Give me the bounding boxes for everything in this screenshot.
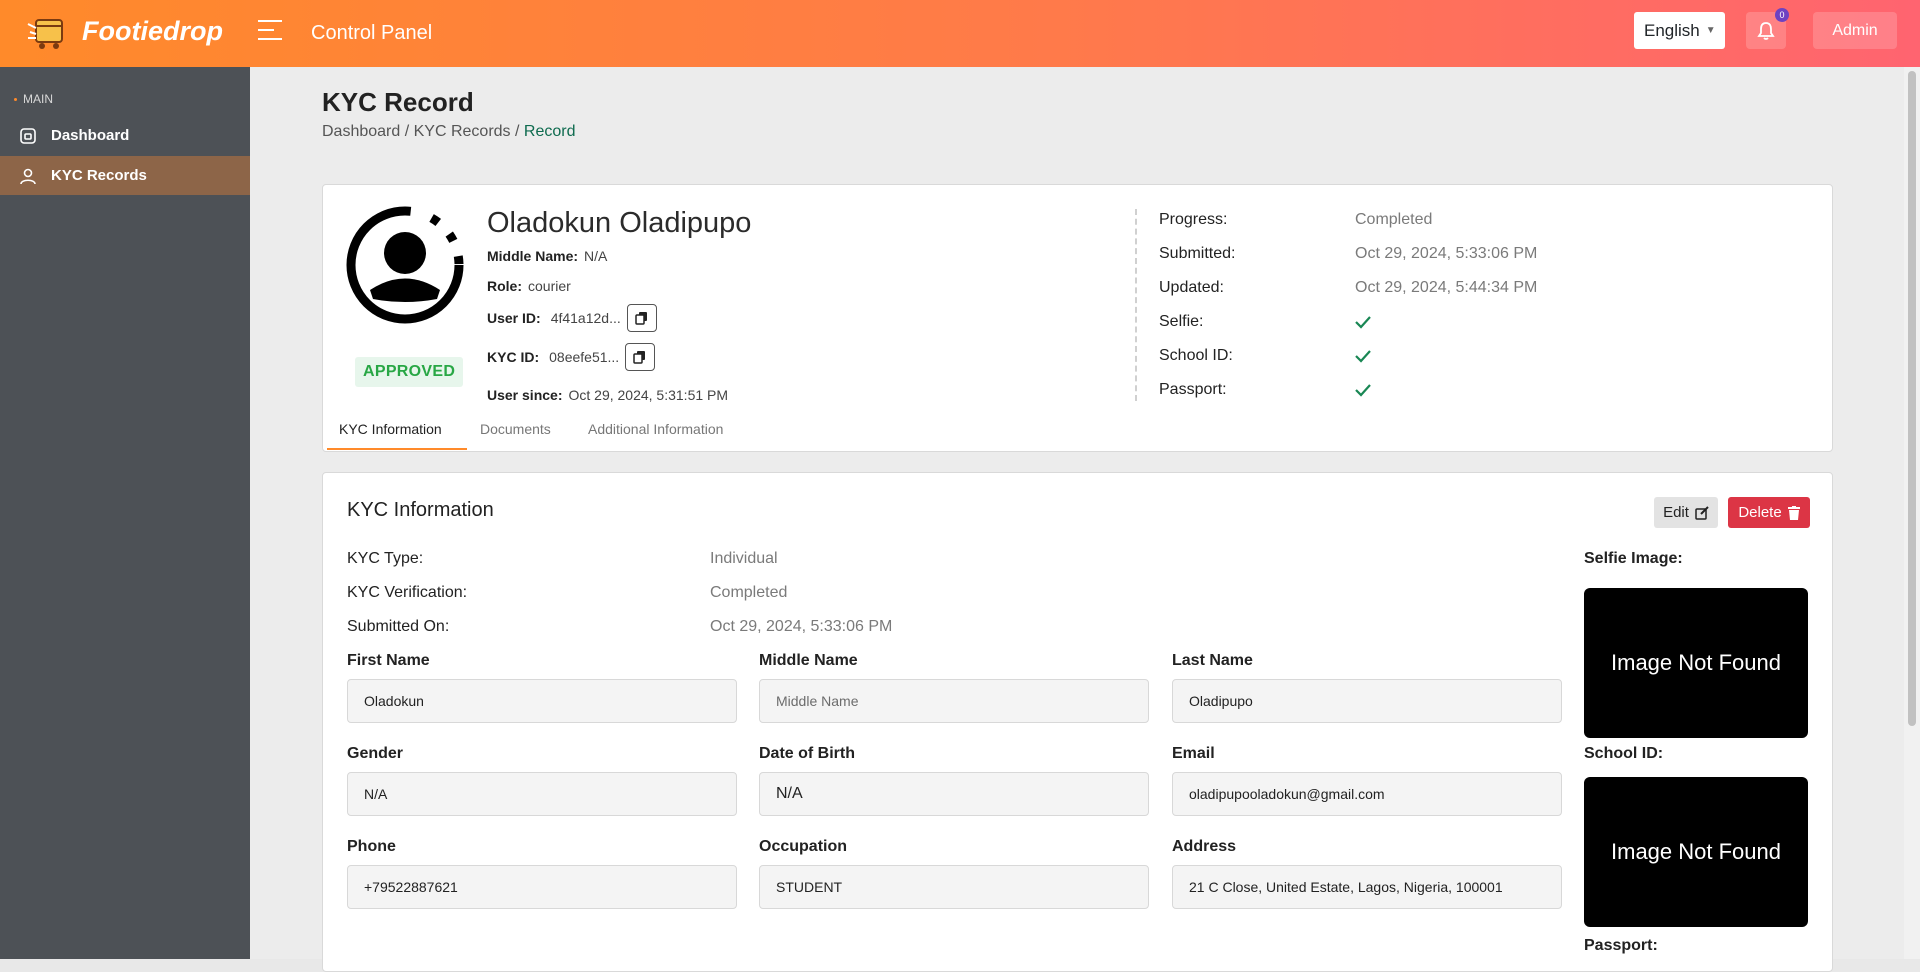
last-name-field[interactable]: Oladipupo [1172, 679, 1562, 723]
updated-value: Oct 29, 2024, 5:44:34 PM [1355, 279, 1538, 296]
copy-kyc-id-button[interactable] [625, 343, 656, 371]
admin-menu-button[interactable]: Admin [1813, 12, 1897, 49]
occupation-field[interactable]: STUDENT [759, 865, 1149, 909]
address-label: Address [1172, 838, 1237, 855]
tab-kyc-information[interactable]: KYC Information [339, 421, 442, 437]
sidebar-section-title: MAIN [14, 92, 53, 106]
panel-title: Control Panel [311, 22, 433, 44]
kyc-type-value: Individual [710, 550, 778, 567]
section-title: KYC Information [347, 499, 494, 521]
phone-field[interactable]: +79522887621 [347, 865, 737, 909]
check-icon [1355, 350, 1371, 363]
user-avatar-icon [346, 206, 464, 324]
sidebar-item-label: KYC Records [51, 167, 147, 184]
submitted-on-label: Submitted On: [347, 618, 450, 635]
email-label: Email [1172, 745, 1215, 762]
check-icon [1355, 316, 1371, 329]
middle-name-row: Middle Name: N/A [487, 248, 608, 264]
notification-badge: 0 [1775, 8, 1789, 22]
school-id-status-label: School ID: [1159, 347, 1233, 364]
role-row: Role: courier [487, 278, 571, 294]
divider [1135, 209, 1137, 401]
sidebar: MAIN Dashboard KYC Records [0, 67, 250, 959]
trash-icon [1787, 505, 1800, 520]
page-title: KYC Record [322, 87, 474, 117]
updated-label: Updated: [1159, 279, 1224, 296]
address-field[interactable]: 21 C Close, United Estate, Lagos, Nigeri… [1172, 865, 1562, 909]
school-id-image-label: School ID: [1584, 745, 1664, 762]
profile-card: APPROVED Oladokun Oladipupo Middle Name:… [322, 184, 1833, 452]
breadcrumb: Dashboard / KYC Records / Record [322, 123, 576, 140]
submitted-value: Oct 29, 2024, 5:33:06 PM [1355, 245, 1538, 262]
sidebar-item-kyc-records[interactable]: KYC Records [0, 156, 250, 195]
passport-status-label: Passport: [1159, 381, 1227, 398]
menu-toggle-icon[interactable] [258, 20, 282, 42]
dashboard-icon [20, 127, 36, 144]
user-id-row: User ID: 4f41a12d... [487, 304, 657, 332]
bell-icon [1757, 21, 1775, 40]
selfie-status-label: Selfie: [1159, 313, 1204, 330]
brand-name: Footiedrop [82, 15, 223, 46]
profile-name: Oladokun Oladipupo [487, 207, 752, 239]
breadcrumb-kyc-records[interactable]: KYC Records [414, 123, 511, 140]
middle-name-label: Middle Name [759, 652, 858, 669]
caret-down-icon: ▼ [1705, 25, 1716, 36]
brand-logo[interactable]: Footiedrop [26, 8, 223, 54]
phone-label: Phone [347, 838, 396, 855]
school-id-image[interactable]: Image Not Found [1584, 777, 1808, 927]
sidebar-item-label: Dashboard [51, 127, 130, 144]
kyc-type-label: KYC Type: [347, 550, 424, 567]
status-badge: APPROVED [355, 357, 464, 387]
edit-icon [1695, 505, 1709, 520]
kyc-id-row: KYC ID: 08eefe51... [487, 343, 656, 371]
gender-label: Gender [347, 745, 404, 762]
scrollbar-thumb[interactable] [1908, 71, 1916, 726]
bullet-icon [14, 97, 17, 101]
breadcrumb-dashboard[interactable]: Dashboard [322, 123, 400, 140]
kyc-verification-value: Completed [710, 584, 788, 601]
passport-image-label: Passport: [1584, 937, 1658, 954]
copy-user-id-button[interactable] [626, 304, 657, 332]
sidebar-item-dashboard[interactable]: Dashboard [0, 116, 250, 155]
tab-additional-information[interactable]: Additional Information [588, 421, 723, 437]
user-icon [20, 168, 36, 184]
copy-icon [635, 312, 647, 325]
first-name-field[interactable]: Oladokun [347, 679, 737, 723]
submitted-on-value: Oct 29, 2024, 5:33:06 PM [710, 618, 893, 635]
kyc-verification-label: KYC Verification: [347, 584, 468, 601]
page-scrollbar[interactable] [1904, 67, 1920, 959]
date-of-birth-field[interactable]: N/A [759, 772, 1149, 816]
progress-label: Progress: [1159, 211, 1228, 228]
language-value: English [1644, 20, 1700, 40]
main-content: KYC Record Dashboard / KYC Records / Rec… [250, 67, 1920, 972]
language-select[interactable]: English ▼ [1634, 12, 1725, 49]
selfie-image-label: Selfie Image: [1584, 550, 1683, 567]
submitted-label: Submitted: [1159, 245, 1236, 262]
gender-field[interactable]: N/A [347, 772, 737, 816]
kyc-information-card: KYC Information Edit Delete KYC Type: In… [322, 472, 1833, 972]
check-icon [1355, 384, 1371, 397]
delete-button[interactable]: Delete [1728, 497, 1810, 528]
occupation-label: Occupation [759, 838, 848, 855]
active-tab-indicator [327, 448, 467, 450]
breadcrumb-current: Record [523, 123, 576, 140]
last-name-label: Last Name [1172, 652, 1253, 669]
copy-icon [633, 351, 646, 364]
email-field[interactable]: oladipupooladokun@gmail.com [1172, 772, 1562, 816]
selfie-image[interactable]: Image Not Found [1584, 588, 1808, 738]
edit-button[interactable]: Edit [1654, 497, 1718, 528]
middle-name-field[interactable]: Middle Name [759, 679, 1149, 723]
top-navbar: Footiedrop Control Panel English ▼ 0 Adm… [0, 0, 1920, 67]
tab-documents[interactable]: Documents [480, 421, 551, 437]
first-name-label: First Name [347, 652, 430, 669]
delivery-box-icon [27, 19, 63, 49]
user-since-row: User since: Oct 29, 2024, 5:31:51 PM [487, 387, 729, 403]
date-of-birth-label: Date of Birth [759, 745, 855, 762]
progress-value: Completed [1355, 211, 1433, 228]
